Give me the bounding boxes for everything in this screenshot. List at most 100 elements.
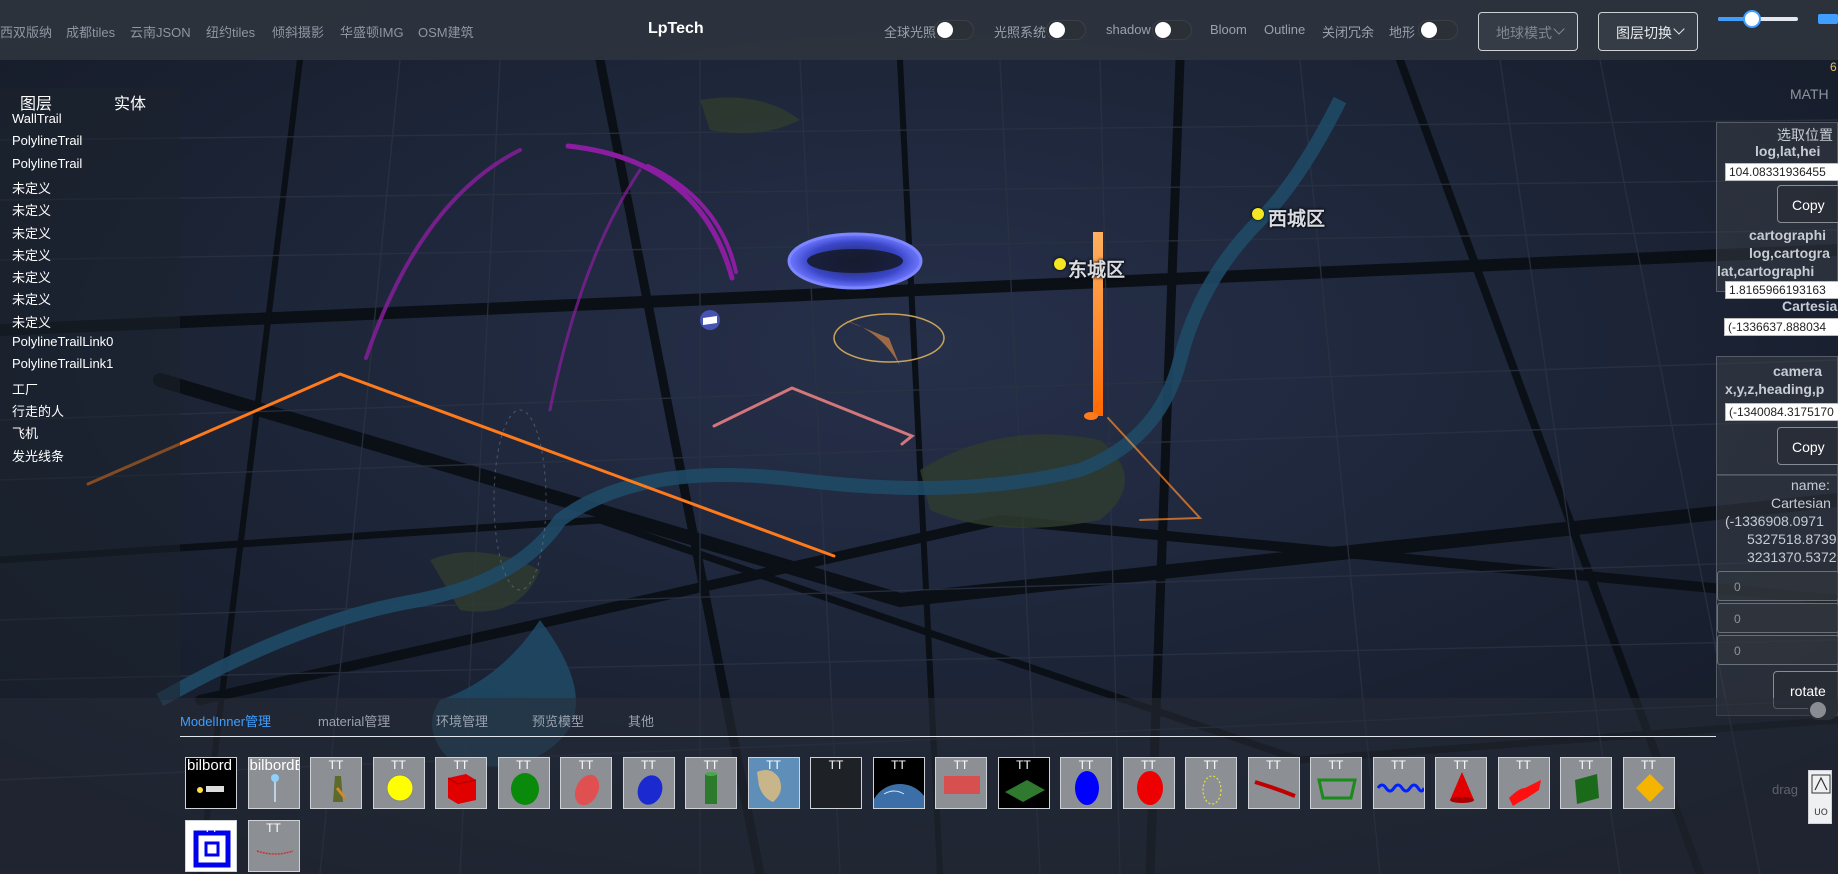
model-tile[interactable]: TT: [622, 757, 675, 809]
model-tile[interactable]: TT: [497, 757, 550, 809]
model-tile[interactable]: TT: [560, 757, 612, 809]
model-tile[interactable]: TT: [685, 757, 737, 809]
layer-switch-select[interactable]: 图层切换: [1598, 12, 1698, 51]
layer-item[interactable]: 行走的人: [12, 401, 64, 420]
cartesian-value[interactable]: (-1336637.888034: [1724, 318, 1838, 336]
layer-item[interactable]: 未定义: [12, 289, 51, 308]
layer-item[interactable]: WallTrail: [12, 111, 62, 126]
model-tile[interactable]: bilbordB0: [247, 757, 300, 809]
toggle-label-lighting-system: 光照系统: [994, 25, 1047, 40]
nav-item-oblique-photo[interactable]: 倾斜摄影: [272, 22, 324, 41]
chevron-down-icon: [1553, 23, 1565, 35]
nav-item-newyork-tiles[interactable]: 纽约tiles: [206, 22, 255, 41]
outline-link[interactable]: Outline: [1264, 22, 1305, 37]
svg-text:UO: UO: [1814, 808, 1828, 818]
map-marker-dongcheng[interactable]: [1054, 258, 1066, 270]
tab-other[interactable]: 其他: [628, 711, 654, 730]
nav-item-chengdu-tiles[interactable]: 成都tiles: [66, 22, 115, 41]
number-input-2[interactable]: 0: [1717, 603, 1838, 633]
camera-value[interactable]: (-1340084.3175170: [1725, 403, 1838, 421]
name-x: (-1336908.0971: [1725, 513, 1824, 529]
copy-pick-button[interactable]: Copy: [1777, 185, 1838, 223]
layer-item[interactable]: 发光线条: [12, 446, 64, 465]
right-info-panel: MATH 选取位置 log,lat,hei 104.08331936455 Co…: [1716, 80, 1838, 797]
model-tile[interactable]: TT: [1310, 757, 1362, 809]
model-tile[interactable]: TT: [1560, 757, 1612, 809]
map-label-xicheng: 西城区: [1268, 209, 1326, 230]
top-bar: 西双版纳 成都tiles 云南JSON 纽约tiles 倾斜摄影 华盛顿IMG …: [0, 0, 1838, 60]
model-tile-label: TT: [828, 758, 844, 772]
model-tile[interactable]: TT: [1060, 757, 1112, 809]
nav-item-xishuangbanna[interactable]: 西双版纳: [0, 22, 52, 41]
layer-item[interactable]: 飞机: [12, 423, 38, 442]
tab-environment[interactable]: 环境管理: [436, 711, 488, 730]
layer-item[interactable]: 未定义: [12, 223, 51, 242]
earth-mode-select[interactable]: 地球模式: [1478, 12, 1578, 51]
model-tile[interactable]: TT: [185, 820, 237, 872]
number-input-1[interactable]: 0: [1717, 571, 1838, 601]
model-tile[interactable]: TT: [1247, 757, 1300, 809]
model-tile[interactable]: TT: [310, 757, 362, 809]
model-tile[interactable]: TT: [1435, 757, 1487, 809]
layer-item[interactable]: 未定义: [12, 267, 51, 286]
lighting-system-toggle[interactable]: [1046, 20, 1086, 40]
layer-item[interactable]: 工厂: [12, 379, 38, 398]
model-tile[interactable]: TT: [247, 820, 300, 872]
layer-item[interactable]: 未定义: [12, 178, 51, 197]
model-tile[interactable]: TT: [1497, 757, 1550, 809]
shadow-toggle[interactable]: [1152, 20, 1192, 40]
nav-item-yunnan-json[interactable]: 云南JSON: [130, 22, 191, 41]
side-control-widget[interactable]: UO: [1808, 770, 1832, 824]
model-tile-label: bilbordB0: [249, 757, 299, 774]
model-tile[interactable]: TT: [1122, 757, 1175, 809]
tab-entities[interactable]: 实体: [114, 90, 146, 114]
model-tile[interactable]: TT: [810, 757, 862, 809]
toggle-knob: [1049, 22, 1065, 38]
layer-item[interactable]: 未定义: [12, 312, 51, 331]
map-marker-xicheng[interactable]: [1252, 208, 1264, 220]
close-redundant-link[interactable]: 关闭冗余: [1322, 22, 1374, 41]
tab-material[interactable]: material管理: [318, 711, 390, 730]
model-tile-label: TT: [516, 758, 531, 772]
model-tile[interactable]: TT: [935, 757, 987, 809]
bloom-link[interactable]: Bloom: [1210, 22, 1247, 37]
model-tile[interactable]: TT: [1185, 757, 1237, 809]
cartographic-label: cartographi: [1749, 227, 1827, 243]
model-tile[interactable]: TT: [1622, 757, 1675, 809]
number-input-3[interactable]: 0: [1717, 635, 1838, 665]
model-tile[interactable]: TT: [872, 757, 925, 809]
camera-fields: x,y,z,heading,p: [1725, 381, 1825, 397]
tab-model-inner[interactable]: ModelInner管理: [180, 711, 271, 730]
model-tile[interactable]: TT: [1372, 757, 1425, 809]
model-tile[interactable]: TT: [747, 757, 800, 809]
layer-item[interactable]: PolylineTrailLink1: [12, 356, 113, 371]
layer-item[interactable]: 未定义: [12, 200, 51, 219]
chevron-down-icon: [1673, 23, 1685, 35]
layer-item[interactable]: 未定义: [12, 245, 51, 264]
model-tile[interactable]: TT: [435, 757, 487, 809]
model-tile[interactable]: TT: [372, 757, 425, 809]
layer-item[interactable]: PolylineTrailLink0: [12, 334, 113, 349]
log-lat-label: log,lat,hei: [1755, 143, 1821, 159]
secondary-slider[interactable]: [1818, 14, 1838, 24]
cartesian-label: Cartesia: [1782, 298, 1838, 314]
pick-position-value[interactable]: 104.08331936455: [1725, 163, 1838, 181]
zoom-slider[interactable]: [1718, 10, 1798, 28]
model-tile[interactable]: TT: [997, 757, 1050, 809]
terrain-toggle[interactable]: [1418, 20, 1458, 40]
nav-item-osm-buildings[interactable]: OSM建筑: [418, 22, 474, 41]
cartographic-value[interactable]: 1.8165966193163: [1725, 281, 1838, 299]
layer-item[interactable]: PolylineTrail: [12, 133, 82, 148]
model-tile-label: TT: [453, 758, 469, 772]
name-y: 5327518.8739: [1747, 531, 1837, 547]
slider-thumb[interactable]: [1742, 10, 1761, 28]
model-tile-label: TT: [1516, 758, 1531, 772]
model-tile[interactable]: bilbord: [185, 757, 237, 809]
toggle-knob: [1421, 22, 1437, 38]
global-lighting-toggle[interactable]: [934, 20, 974, 40]
model-tile-label: TT: [1578, 758, 1594, 772]
layer-item[interactable]: PolylineTrail: [12, 156, 82, 171]
nav-item-washington-img[interactable]: 华盛顿IMG: [340, 22, 404, 41]
copy-camera-button[interactable]: Copy: [1777, 427, 1838, 465]
tab-preview-model[interactable]: 预览模型: [532, 711, 584, 730]
